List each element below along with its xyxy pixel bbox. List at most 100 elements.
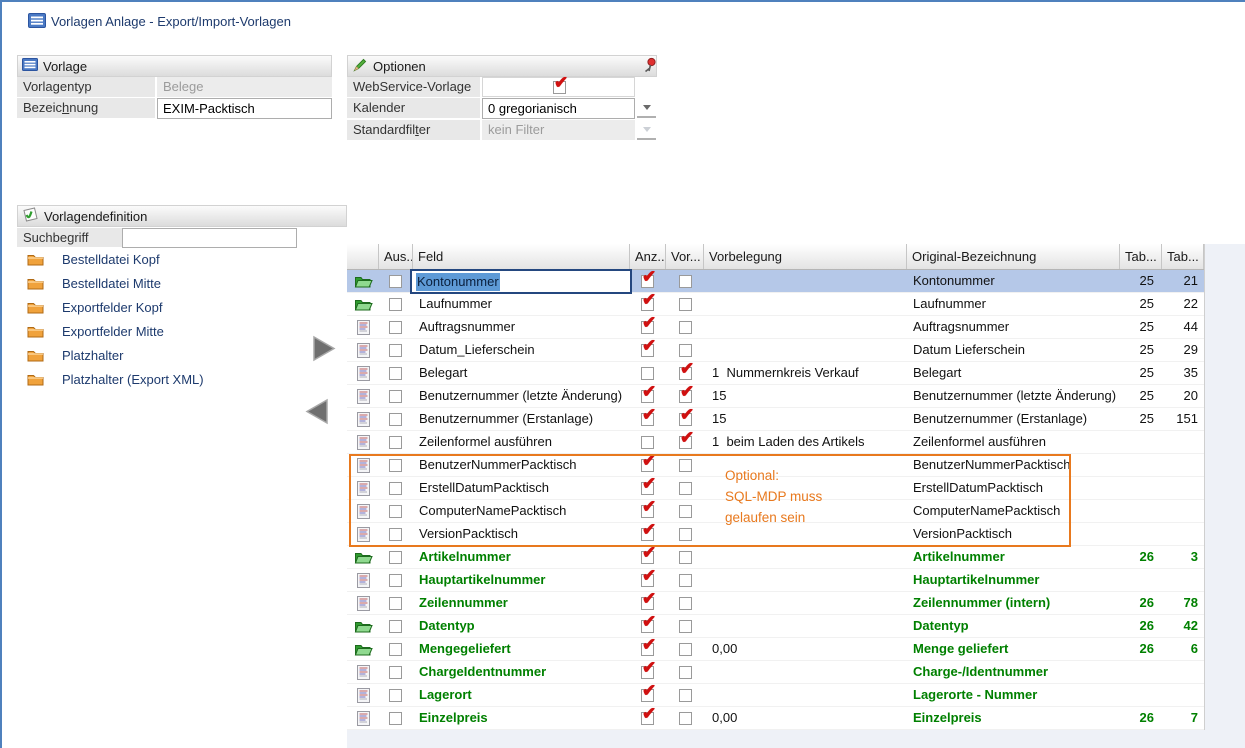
table-row[interactable]: Datum_Lieferschein✔Datum Lieferschein252…	[347, 339, 1204, 362]
aus-checkbox[interactable]	[389, 459, 402, 472]
aus-checkbox[interactable]	[389, 344, 402, 357]
table-row[interactable]: Datentyp✔Datentyp2642	[347, 615, 1204, 638]
kalender-select[interactable]: 0 gregorianisch	[482, 98, 635, 119]
anzeigen-checkbox[interactable]: ✔	[641, 344, 654, 357]
folder-item[interactable]: Exportfelder Kopf	[17, 296, 220, 320]
anzeigen-checkbox[interactable]: ✔	[641, 597, 654, 610]
table-row[interactable]: Kontonummer✔Kontonummer2521	[347, 270, 1204, 293]
anzeigen-checkbox[interactable]: ✔	[641, 620, 654, 633]
aus-checkbox[interactable]	[389, 275, 402, 288]
table-row[interactable]: Einzelpreis✔0,00Einzelpreis267	[347, 707, 1204, 730]
aus-checkbox[interactable]	[389, 436, 402, 449]
vorbelegung-checkbox[interactable]	[679, 344, 692, 357]
aus-checkbox[interactable]	[389, 298, 402, 311]
aus-checkbox[interactable]	[389, 482, 402, 495]
bezeichnung-input[interactable]: EXIM-Packtisch	[157, 98, 332, 119]
table-row[interactable]: Benutzernummer (letzte Änderung)✔✔15Benu…	[347, 385, 1204, 408]
anzeigen-checkbox[interactable]: ✔	[641, 712, 654, 725]
aus-checkbox[interactable]	[389, 367, 402, 380]
anzeigen-checkbox[interactable]	[641, 436, 654, 449]
aus-checkbox[interactable]	[389, 620, 402, 633]
aus-checkbox[interactable]	[389, 413, 402, 426]
vorbelegung-checkbox[interactable]	[679, 689, 692, 702]
aus-checkbox[interactable]	[389, 551, 402, 564]
vorbelegung-checkbox[interactable]	[679, 551, 692, 564]
anzeigen-checkbox[interactable]: ✔	[641, 551, 654, 564]
anzeigen-checkbox[interactable]: ✔	[641, 574, 654, 587]
kalender-dropdown-button[interactable]	[637, 98, 656, 118]
table-row[interactable]: ComputerNamePacktisch✔ComputerNamePackti…	[347, 500, 1204, 523]
vorbelegung-checkbox[interactable]	[679, 574, 692, 587]
table-row[interactable]: Artikelnummer✔Artikelnummer263	[347, 546, 1204, 569]
anzeigen-checkbox[interactable]: ✔	[641, 275, 654, 288]
vorbelegung-checkbox[interactable]	[679, 459, 692, 472]
table-row[interactable]: Auftragsnummer✔Auftragsnummer2544	[347, 316, 1204, 339]
anzeigen-checkbox[interactable]: ✔	[641, 643, 654, 656]
vorbelegung-checkbox[interactable]	[679, 528, 692, 541]
vorbelegung-checkbox[interactable]: ✔	[679, 390, 692, 403]
vorbelegung-checkbox[interactable]	[679, 482, 692, 495]
anzeigen-checkbox[interactable]	[641, 367, 654, 380]
anzeigen-checkbox[interactable]: ✔	[641, 482, 654, 495]
feld-edit-input[interactable]: Kontonummer	[410, 269, 632, 294]
folder-item[interactable]: Platzhalter	[17, 344, 220, 368]
folder-item[interactable]: Exportfelder Mitte	[17, 320, 220, 344]
anzeigen-checkbox[interactable]: ✔	[641, 413, 654, 426]
aus-checkbox[interactable]	[389, 574, 402, 587]
list-icon	[22, 58, 38, 74]
table-row[interactable]: Hauptartikelnummer✔Hauptartikelnummer	[347, 569, 1204, 592]
vorbelegung-checkbox[interactable]	[679, 321, 692, 334]
aus-checkbox[interactable]	[389, 597, 402, 610]
vorbelegung-checkbox[interactable]: ✔	[679, 367, 692, 380]
vorbelegung-checkbox[interactable]	[679, 712, 692, 725]
folder-list: Bestelldatei KopfBestelldatei MitteExpor…	[17, 248, 220, 392]
anzeigen-checkbox[interactable]: ✔	[641, 689, 654, 702]
document-icon	[347, 523, 379, 545]
aus-checkbox[interactable]	[389, 321, 402, 334]
webservice-vorlage-checkbox[interactable]: ✔	[553, 81, 566, 94]
folder-item[interactable]: Bestelldatei Kopf	[17, 248, 220, 272]
vorbelegung-checkbox[interactable]: ✔	[679, 413, 692, 426]
vorbelegung-checkbox[interactable]	[679, 275, 692, 288]
aus-checkbox[interactable]	[389, 390, 402, 403]
table-row[interactable]: Lagerort✔Lagerorte - Nummer	[347, 684, 1204, 707]
tabelle2-cell	[1162, 661, 1198, 683]
table-row[interactable]: Zeilennummer✔Zeilennummer (intern)2678	[347, 592, 1204, 615]
table-row[interactable]: Zeilenformel ausführen✔1 beim Laden des …	[347, 431, 1204, 454]
aus-checkbox[interactable]	[389, 712, 402, 725]
table-row[interactable]: ErstellDatumPacktisch✔ErstellDatumPackti…	[347, 477, 1204, 500]
vorbelegung-checkbox[interactable]	[679, 620, 692, 633]
aus-checkbox[interactable]	[389, 528, 402, 541]
aus-checkbox[interactable]	[389, 666, 402, 679]
table-row[interactable]: Benutzernummer (Erstanlage)✔✔15Benutzern…	[347, 408, 1204, 431]
aus-checkbox[interactable]	[389, 689, 402, 702]
anzeigen-checkbox[interactable]: ✔	[641, 390, 654, 403]
anzeigen-checkbox[interactable]: ✔	[641, 528, 654, 541]
pin-icon[interactable]	[643, 57, 657, 78]
move-right-button[interactable]	[310, 335, 340, 363]
table-row[interactable]: ChargeIdentnummer✔Charge-/Identnummer	[347, 661, 1204, 684]
vorbelegung-checkbox[interactable]	[679, 298, 692, 311]
vorbelegung-checkbox[interactable]	[679, 666, 692, 679]
folder-item[interactable]: Bestelldatei Mitte	[17, 272, 220, 296]
aus-checkbox[interactable]	[389, 505, 402, 518]
aus-checkbox[interactable]	[389, 643, 402, 656]
vorbelegung-checkbox[interactable]	[679, 505, 692, 518]
anzeigen-checkbox[interactable]: ✔	[641, 666, 654, 679]
feld-cell: ChargeIdentnummer	[419, 661, 626, 683]
table-row[interactable]: BenutzerNummerPacktisch✔BenutzerNummerPa…	[347, 454, 1204, 477]
move-left-button[interactable]	[303, 398, 333, 426]
vorbelegung-checkbox[interactable]	[679, 597, 692, 610]
table-row[interactable]: VersionPacktisch✔VersionPacktisch	[347, 523, 1204, 546]
anzeigen-checkbox[interactable]: ✔	[641, 298, 654, 311]
vorbelegung-checkbox[interactable]	[679, 643, 692, 656]
vorbelegung-checkbox[interactable]: ✔	[679, 436, 692, 449]
table-row[interactable]: Mengegeliefert✔0,00Menge geliefert266	[347, 638, 1204, 661]
anzeigen-checkbox[interactable]: ✔	[641, 459, 654, 472]
anzeigen-checkbox[interactable]: ✔	[641, 505, 654, 518]
folder-item[interactable]: Platzhalter (Export XML)	[17, 368, 220, 392]
anzeigen-checkbox[interactable]: ✔	[641, 321, 654, 334]
table-row[interactable]: Laufnummer✔Laufnummer2522	[347, 293, 1204, 316]
suchbegriff-input[interactable]	[122, 228, 297, 248]
table-row[interactable]: Belegart✔1 Nummernkreis VerkaufBelegart2…	[347, 362, 1204, 385]
